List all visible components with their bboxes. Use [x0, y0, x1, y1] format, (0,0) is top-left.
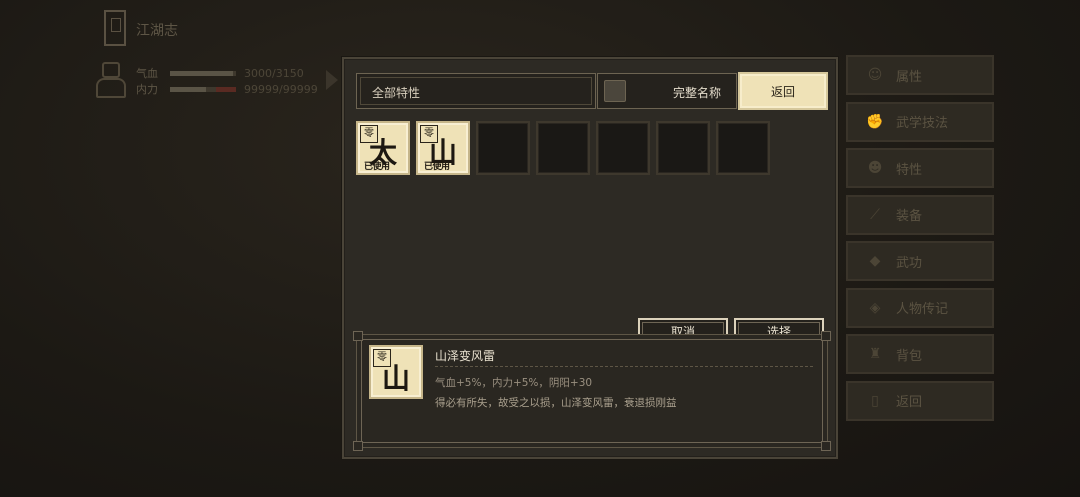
side-item-label: 装备 — [896, 209, 923, 224]
character-avatar — [96, 60, 126, 98]
side-item-biography[interactable]: ◈ 人物传记 — [846, 287, 994, 328]
sword-icon: ⟋ — [870, 206, 880, 223]
divider — [435, 366, 813, 367]
bag-icon: ♜ — [868, 346, 882, 362]
empty-trait-slot[interactable] — [476, 121, 530, 175]
hp-stat-row: 气血 3000/3150 — [136, 65, 304, 81]
exit-icon: ▯ — [871, 392, 879, 409]
mp-label: 内力 — [136, 83, 158, 96]
side-item-label: 武学技法 — [896, 116, 949, 131]
side-item-kungfu[interactable]: ◆ 武功 — [846, 241, 994, 281]
trait-slot-list: 零 太 已使用 零 山 已使用 — [356, 121, 770, 175]
trait-select-dialog: 全部特性 完整名称 返回 零 太 已使用 零 山 已使用 取消 选择 零 山 山… — [342, 57, 838, 459]
trait-slot[interactable]: 零 山 已使用 — [416, 121, 470, 175]
mp-stat-row: 内力 99999/99999 — [136, 81, 318, 97]
side-item-label: 人物传记 — [896, 302, 949, 317]
full-name-checkbox[interactable] — [604, 80, 626, 102]
side-item-bag[interactable]: ♜ 背包 — [846, 334, 994, 374]
used-stamp: 已使用 — [364, 162, 390, 172]
side-item-attributes[interactable]: ☺ 属性 — [846, 55, 994, 95]
mp-bar — [170, 86, 236, 92]
trait-stats: 气血+5%，内力+5%，阴阳+30 — [435, 377, 593, 389]
side-item-equipment[interactable]: ⟋ 装备 — [846, 194, 994, 235]
filter-label: 全部特性 — [372, 86, 421, 100]
side-item-label: 属性 — [896, 69, 923, 85]
empty-trait-slot[interactable] — [536, 121, 590, 175]
hp-bar — [170, 70, 236, 76]
hp-label: 气血 — [136, 67, 158, 80]
back-button[interactable]: 返回 — [738, 72, 828, 110]
trait-slot[interactable]: 零 太 已使用 — [356, 121, 410, 175]
page-title: 江湖志 — [136, 23, 178, 39]
corner-ornament — [353, 331, 363, 341]
trait-name: 山泽变风雷 — [435, 349, 496, 363]
biography-icon: ◈ — [869, 299, 881, 316]
hp-value: 3000/3150 — [244, 66, 304, 80]
side-item-label: 武功 — [896, 255, 923, 271]
arrow-right-icon — [326, 70, 338, 90]
manual-icon: ◆ — [869, 253, 881, 269]
empty-trait-slot[interactable] — [716, 121, 770, 175]
scroll-icon — [104, 10, 126, 46]
trait-glyph: 山 — [381, 362, 410, 395]
full-name-toggle[interactable]: 完整名称 — [597, 73, 737, 109]
full-name-label: 完整名称 — [672, 86, 721, 100]
trait-icon: ☻ — [867, 160, 883, 176]
dialog-toolbar: 全部特性 完整名称 返回 — [356, 72, 828, 111]
trait-filter-dropdown[interactable]: 全部特性 — [356, 73, 596, 109]
side-item-traits[interactable]: ☻ 特性 — [846, 148, 994, 188]
fist-icon: ✊ — [866, 113, 884, 130]
side-item-label: 背包 — [896, 348, 923, 364]
side-item-label: 特性 — [896, 162, 923, 178]
corner-ornament — [353, 441, 363, 451]
side-item-label: 返回 — [896, 395, 923, 410]
side-item-martial-skills[interactable]: ✊ 武学技法 — [846, 101, 994, 142]
side-menu: ☺ 属性 ✊ 武学技法 ☻ 特性 ⟋ 装备 ◆ 武功 ◈ 人物传记 ♜ 背包 ▯ 返回 — [846, 55, 994, 427]
corner-ornament — [821, 441, 831, 451]
used-stamp: 已使用 — [424, 162, 450, 172]
side-item-back[interactable]: ▯ 返回 — [846, 380, 994, 421]
empty-trait-slot[interactable] — [656, 121, 710, 175]
trait-description: 得必有所失，故受之以损，山泽变风雷，衰退损刚益 — [435, 397, 677, 409]
mp-value: 99999/99999 — [244, 82, 318, 96]
selected-trait-card: 零 山 — [369, 345, 423, 399]
empty-trait-slot[interactable] — [596, 121, 650, 175]
person-icon: ☺ — [867, 67, 883, 83]
trait-detail-panel: 零 山 山泽变风雷 气血+5%，内力+5%，阴阳+30 得必有所失，故受之以损，… — [353, 331, 831, 451]
corner-ornament — [821, 331, 831, 341]
